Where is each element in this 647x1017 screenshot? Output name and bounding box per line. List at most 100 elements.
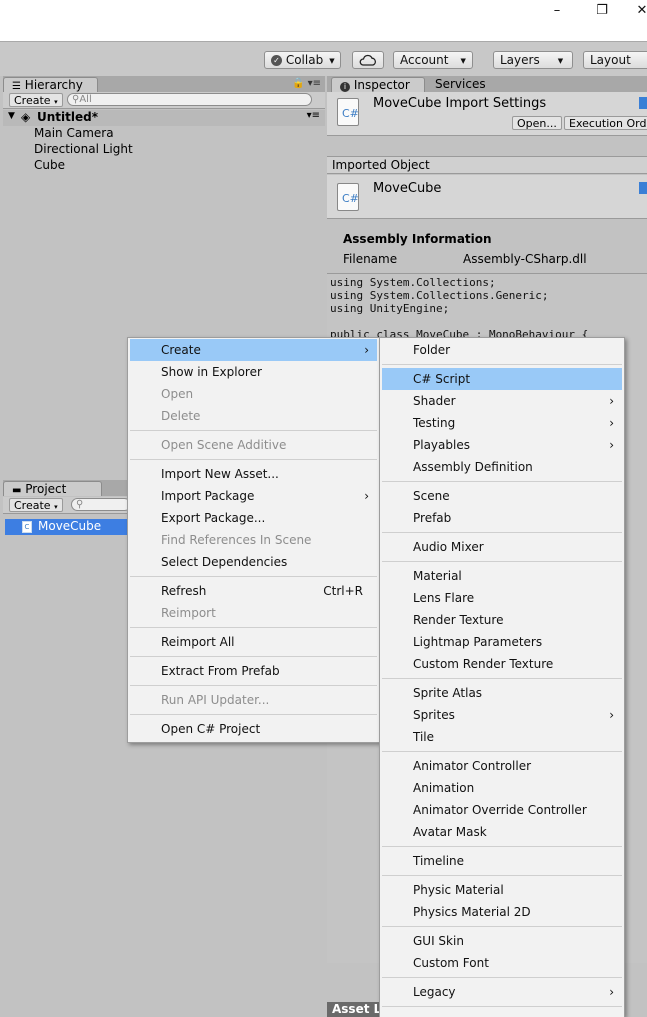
menu-separator — [382, 846, 622, 847]
unity-logo-icon: ◈ — [21, 110, 31, 124]
menu-item-refresh[interactable]: Refresh Ctrl+R — [130, 580, 377, 602]
menu-item-open: Open — [161, 387, 194, 401]
layers-button[interactable]: Layers ▼ — [493, 51, 573, 69]
cloud-button[interactable] — [352, 51, 384, 69]
submenu-item-prefab[interactable]: Prefab — [382, 507, 622, 529]
menu-item-open-csharp-project[interactable]: Open C# Project — [130, 718, 377, 740]
project-search-input[interactable]: ⚲ — [71, 498, 131, 511]
expand-arrow-icon[interactable]: ▼ — [8, 111, 15, 121]
submenu-item-folder[interactable]: Folder — [382, 339, 622, 361]
asset-labels-bar[interactable]: Asset L — [327, 1002, 387, 1017]
layout-button[interactable]: Layout — [583, 51, 647, 69]
hierarchy-item-main-camera[interactable]: Main Camera — [34, 126, 114, 141]
submenu-arrow-icon: › — [609, 438, 614, 452]
window-title-bar: – ❐ ✕ — [0, 0, 647, 41]
execution-order-button[interactable]: Execution Orde — [564, 116, 647, 130]
menu-separator — [130, 685, 377, 686]
info-icon: i — [340, 82, 350, 92]
inspector-tab-strip: i Inspector Services — [327, 76, 647, 92]
submenu-item-physic-material[interactable]: Physic Material — [382, 879, 622, 901]
hierarchy-item-directional-light[interactable]: Directional Light — [34, 142, 133, 157]
scene-menu-icon[interactable]: ▾≡ — [307, 110, 320, 121]
lock-icon[interactable]: 🔒 ▾≡ — [292, 78, 321, 89]
submenu-item-assembly-definition[interactable]: Assembly Definition — [382, 456, 622, 478]
dropdown-arrow-icon: ▼ — [460, 56, 466, 65]
main-toolbar: ✓ Collab ▼ Account ▼ Layers ▼ Layout — [0, 41, 647, 76]
menu-item-extract-from-prefab[interactable]: Extract From Prefab — [130, 660, 377, 682]
submenu-item-timeline[interactable]: Timeline — [382, 850, 622, 872]
submenu-item-avatar-mask[interactable]: Avatar Mask — [382, 821, 622, 843]
imported-object-label: Imported Object — [327, 156, 647, 174]
project-item-movecube[interactable]: C MoveCube — [5, 519, 127, 535]
dropdown-arrow-icon: ▼ — [557, 56, 564, 65]
submenu-item-shader[interactable]: Shader › — [382, 390, 622, 412]
submenu-item-render-texture[interactable]: Render Texture — [382, 609, 622, 631]
submenu-arrow-icon: › — [364, 343, 369, 357]
filename-label: Filename — [343, 252, 398, 266]
tab-inspector[interactable]: i Inspector — [331, 77, 425, 92]
menu-item-create[interactable]: Create › — [130, 339, 377, 361]
submenu-item-audio-mixer[interactable]: Audio Mixer — [382, 536, 622, 558]
project-item-label: MoveCube — [38, 519, 102, 533]
submenu-item-sprites[interactable]: Sprites › — [382, 704, 622, 726]
submenu-item-playables[interactable]: Playables › — [382, 434, 622, 456]
scene-row[interactable]: ▼ ◈ Untitled* ▾≡ — [3, 110, 325, 126]
project-create-button[interactable]: Create ▾ — [9, 498, 63, 512]
help-icon[interactable] — [639, 97, 647, 109]
submenu-arrow-icon: › — [609, 985, 614, 999]
hierarchy-create-button[interactable]: Create ▾ — [9, 93, 63, 107]
collab-button[interactable]: ✓ Collab ▼ — [264, 51, 341, 69]
csharp-file-icon: C# — [337, 98, 359, 126]
scene-name: Untitled* — [37, 110, 98, 124]
menu-item-export-package[interactable]: Export Package... — [130, 507, 377, 529]
submenu-item-physics-material-2d[interactable]: Physics Material 2D — [382, 901, 622, 923]
submenu-item-material[interactable]: Material — [382, 565, 622, 587]
submenu-item-gui-skin[interactable]: GUI Skin — [382, 930, 622, 952]
menu-item-label: Create — [161, 343, 201, 357]
submenu-item-animator-controller[interactable]: Animator Controller — [382, 755, 622, 777]
menu-item-label: Sprites — [413, 708, 455, 722]
submenu-item-sprite-atlas[interactable]: Sprite Atlas — [382, 682, 622, 704]
hierarchy-toolbar: Create ▾ ⚲All — [3, 92, 325, 109]
tab-project[interactable]: ▬ Project — [3, 481, 102, 496]
submenu-item-tile[interactable]: Tile — [382, 726, 622, 748]
submenu-item-animator-override-controller[interactable]: Animator Override Controller — [382, 799, 622, 821]
search-icon: ⚲ — [76, 499, 84, 510]
account-button[interactable]: Account ▼ — [393, 51, 473, 69]
minimize-icon[interactable]: – — [537, 0, 577, 24]
submenu-item-csharp-script[interactable]: C# Script — [382, 368, 622, 390]
menu-item-select-dependencies[interactable]: Select Dependencies — [130, 551, 377, 573]
tab-services[interactable]: Services — [427, 77, 494, 92]
close-icon[interactable]: ✕ — [622, 0, 647, 24]
import-settings-title: MoveCube Import Settings — [373, 96, 547, 111]
menu-item-show-in-explorer[interactable]: Show in Explorer — [130, 361, 377, 383]
create-label: Create — [14, 94, 51, 107]
menu-separator — [382, 678, 622, 679]
layers-label: Layers — [500, 53, 540, 67]
menu-item-label: Shader — [413, 394, 456, 408]
hierarchy-search-input[interactable]: ⚲All — [67, 93, 312, 106]
list-icon: ☰ — [12, 81, 21, 92]
import-settings-header: C# MoveCube Import Settings Open... Exec… — [327, 92, 647, 136]
shortcut-label: Ctrl+R — [323, 584, 363, 598]
submenu-item-custom-font[interactable]: Custom Font — [382, 952, 622, 974]
menu-item-reimport-all[interactable]: Reimport All — [130, 631, 377, 653]
maximize-icon[interactable]: ❐ — [582, 0, 622, 24]
menu-separator — [382, 1006, 622, 1007]
tab-hierarchy[interactable]: ☰ Hierarchy — [3, 77, 98, 92]
submenu-item-legacy[interactable]: Legacy › — [382, 981, 622, 1003]
menu-item-import-package[interactable]: Import Package › — [130, 485, 377, 507]
submenu-item-animation[interactable]: Animation — [382, 777, 622, 799]
submenu-item-lightmap-parameters[interactable]: Lightmap Parameters — [382, 631, 622, 653]
hierarchy-tab-strip: ☰ Hierarchy 🔒 ▾≡ — [3, 76, 325, 92]
help-icon[interactable] — [639, 182, 647, 194]
hierarchy-item-cube[interactable]: Cube — [34, 158, 65, 173]
open-button[interactable]: Open... — [512, 116, 562, 130]
submenu-item-testing[interactable]: Testing › — [382, 412, 622, 434]
tab-services-label: Services — [435, 77, 486, 91]
submenu-item-scene[interactable]: Scene — [382, 485, 622, 507]
submenu-item-lens-flare[interactable]: Lens Flare — [382, 587, 622, 609]
menu-item-import-new-asset[interactable]: Import New Asset... — [130, 463, 377, 485]
submenu-item-custom-render-texture[interactable]: Custom Render Texture — [382, 653, 622, 675]
dropdown-arrow-icon: ▼ — [329, 56, 335, 65]
